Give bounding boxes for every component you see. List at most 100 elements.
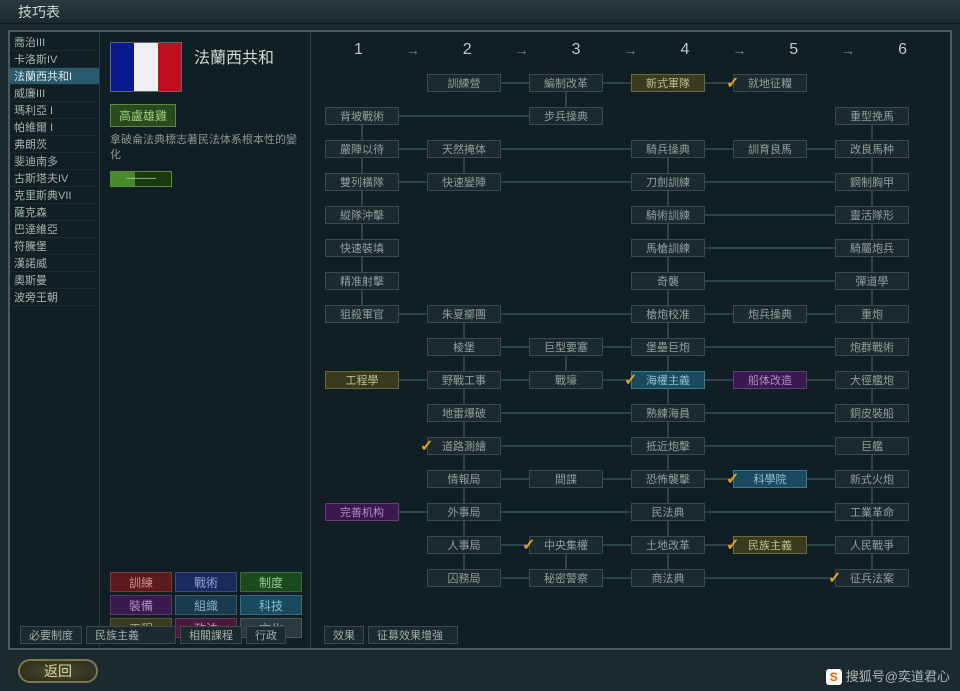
tech-node[interactable]: 秘密警察	[529, 569, 603, 587]
column-header: 1	[311, 41, 406, 59]
tech-node[interactable]: 炮兵操典	[733, 305, 807, 323]
tech-node[interactable]: 狙殺軍官	[325, 305, 399, 323]
tech-node[interactable]: 朱夏擲團	[427, 305, 501, 323]
sidebar-item[interactable]: 卡洛斯IV	[10, 51, 99, 68]
tech-node[interactable]: 訓練營	[427, 74, 501, 92]
tech-node[interactable]: 巨型要塞	[529, 338, 603, 356]
sidebar-item[interactable]: 波旁王朝	[10, 289, 99, 306]
sidebar-item[interactable]: 巴達維亞	[10, 221, 99, 238]
tech-node[interactable]: 民族主義✓	[733, 536, 807, 554]
tech-node[interactable]: 炮群戰術	[835, 338, 909, 356]
tech-node[interactable]: 工程學	[325, 371, 399, 389]
tech-node[interactable]: 刀劍訓練	[631, 173, 705, 191]
progress-bar[interactable]: ———	[110, 171, 172, 187]
tech-node[interactable]: 熟練海員	[631, 404, 705, 422]
tech-node[interactable]: 民法典	[631, 503, 705, 521]
tech-node[interactable]: 精准射擊	[325, 272, 399, 290]
tech-node[interactable]: 恐怖襲擊	[631, 470, 705, 488]
tech-node[interactable]: 中央集權✓	[529, 536, 603, 554]
sidebar-item[interactable]: 克里斯典VII	[10, 187, 99, 204]
sidebar-item[interactable]: 斐迪南多	[10, 153, 99, 170]
tech-node[interactable]: 棱堡	[427, 338, 501, 356]
sidebar-item[interactable]: 喬治III	[10, 34, 99, 51]
category-button[interactable]: 裝備	[110, 595, 172, 615]
sidebar-item[interactable]: 漢諾威	[10, 255, 99, 272]
rel-value: 行政	[246, 626, 286, 644]
tech-node[interactable]: 鋼制胸甲	[835, 173, 909, 191]
tech-node[interactable]: 快速裝填	[325, 239, 399, 257]
sidebar-item[interactable]: 威廉III	[10, 85, 99, 102]
category-button[interactable]: 科技	[240, 595, 302, 615]
tech-node[interactable]: 銅皮裝船	[835, 404, 909, 422]
tech-node[interactable]: 新式軍隊	[631, 74, 705, 92]
tech-node[interactable]: 人民戰爭	[835, 536, 909, 554]
tech-node[interactable]: 騎術訓練	[631, 206, 705, 224]
rel-label: 相關課程	[180, 626, 242, 644]
tech-node[interactable]: 人事局	[427, 536, 501, 554]
tech-node[interactable]: 大徑艦炮	[835, 371, 909, 389]
tech-node[interactable]: 就地征糧✓	[733, 74, 807, 92]
tech-node[interactable]: 海權主義✓	[631, 371, 705, 389]
tech-node[interactable]: 背坡戰術	[325, 107, 399, 125]
check-icon: ✓	[726, 469, 739, 489]
tech-node[interactable]: 道路測繪✓	[427, 437, 501, 455]
tech-node[interactable]: 商法典	[631, 569, 705, 587]
tech-node[interactable]: 囚務局	[427, 569, 501, 587]
tech-node[interactable]: 戰壕	[529, 371, 603, 389]
tech-node[interactable]: 土地改革	[631, 536, 705, 554]
tech-node[interactable]: 快速變陣	[427, 173, 501, 191]
tech-node[interactable]: 天然掩体	[427, 140, 501, 158]
tech-node[interactable]: 步兵操典	[529, 107, 603, 125]
content-area: 法蘭西共和 高盧雄雞 拿破侖法典標志著民法体系根本性的變化 ——— 訓練戰術制度…	[100, 32, 950, 648]
tech-node[interactable]: 科學院✓	[733, 470, 807, 488]
sidebar-item[interactable]: 古斯塔夫IV	[10, 170, 99, 187]
req-value: 民族主義	[86, 626, 176, 644]
check-icon: ✓	[420, 436, 433, 456]
tech-node[interactable]: 改良馬种	[835, 140, 909, 158]
tech-node[interactable]: 工業革命	[835, 503, 909, 521]
tech-node[interactable]: 地雷爆破	[427, 404, 501, 422]
category-button[interactable]: 戰術	[175, 572, 237, 592]
tech-node[interactable]: 新式火炮	[835, 470, 909, 488]
sidebar-item[interactable]: 薩克森	[10, 204, 99, 221]
tech-node[interactable]: 縱隊沖擊	[325, 206, 399, 224]
tech-node[interactable]: 編制改革	[529, 74, 603, 92]
tech-node[interactable]: 奇襲	[631, 272, 705, 290]
tech-node[interactable]: 巨艦	[835, 437, 909, 455]
bottom-info-bar: 必要制度 民族主義 相關課程 行政 效果 征募效果增強	[12, 624, 948, 646]
tech-node[interactable]: 雙列橫隊	[325, 173, 399, 191]
category-button[interactable]: 制度	[240, 572, 302, 592]
sidebar-item[interactable]: 弗朗茨	[10, 136, 99, 153]
column-header: 2	[420, 41, 515, 59]
tech-node[interactable]: 抵近炮擊	[631, 437, 705, 455]
sohu-icon: S	[826, 669, 842, 685]
sidebar-item[interactable]: 瑪利亞 I	[10, 102, 99, 119]
tech-node[interactable]: 重型挽馬	[835, 107, 909, 125]
tech-node[interactable]: 堡壘巨炮	[631, 338, 705, 356]
tech-node[interactable]: 完善机构	[325, 503, 399, 521]
sidebar-item[interactable]: 帕維爾 I	[10, 119, 99, 136]
tech-node[interactable]: 外事局	[427, 503, 501, 521]
category-button[interactable]: 組織	[175, 595, 237, 615]
tech-node[interactable]: 彈道學	[835, 272, 909, 290]
tech-node[interactable]: 征兵法案✓	[835, 569, 909, 587]
tech-node[interactable]: 情報局	[427, 470, 501, 488]
category-button[interactable]: 訓練	[110, 572, 172, 592]
tech-node[interactable]: 重炮	[835, 305, 909, 323]
tech-node[interactable]: 騎兵操典	[631, 140, 705, 158]
sidebar-item[interactable]: 奧斯曼	[10, 272, 99, 289]
tech-node[interactable]: 槍炮校准	[631, 305, 705, 323]
tech-node[interactable]: 船体改造	[733, 371, 807, 389]
tech-node[interactable]: 間諜	[529, 470, 603, 488]
back-button[interactable]: 返回	[18, 659, 98, 683]
tech-node[interactable]: 馬槍訓練	[631, 239, 705, 257]
tech-node[interactable]: 嚴陣以待	[325, 140, 399, 158]
tech-node[interactable]: 騎屬炮兵	[835, 239, 909, 257]
column-header: 5	[746, 41, 841, 59]
tech-node[interactable]: 靈活隊形	[835, 206, 909, 224]
tech-node[interactable]: 訓育良馬	[733, 140, 807, 158]
sidebar-item[interactable]: 符騰堡	[10, 238, 99, 255]
sidebar-item[interactable]: 法蘭西共和I	[10, 68, 99, 85]
tech-node[interactable]: 野戰工事	[427, 371, 501, 389]
trait-button[interactable]: 高盧雄雞	[110, 104, 176, 127]
